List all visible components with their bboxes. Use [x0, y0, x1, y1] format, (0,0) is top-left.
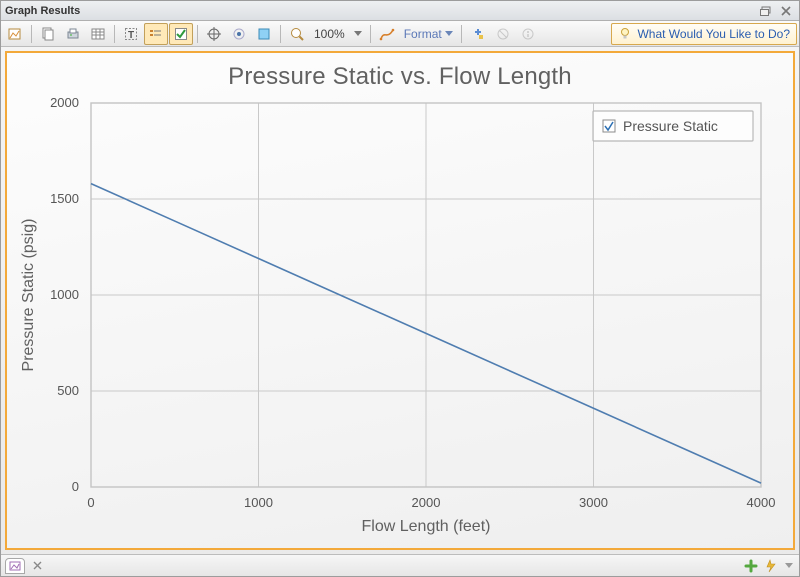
status-bar — [1, 554, 799, 576]
separator — [197, 25, 198, 43]
text-annotation-button[interactable]: T — [119, 23, 143, 45]
restore-icon[interactable] — [757, 4, 775, 18]
svg-text:T: T — [128, 30, 134, 41]
separator — [31, 25, 32, 43]
separator — [461, 25, 462, 43]
svg-text:Pressure Static (psig): Pressure Static (psig) — [20, 219, 37, 372]
marker-button[interactable] — [227, 23, 251, 45]
chevron-down-icon[interactable] — [783, 558, 795, 574]
zoom-region-button[interactable] — [252, 23, 276, 45]
toolbar: T 100% Format — [1, 21, 799, 47]
disabled-action-1 — [491, 23, 515, 45]
chart-title: Pressure Static vs. Flow Length — [7, 63, 793, 91]
separator — [114, 25, 115, 43]
zoom-percent: 100% — [310, 27, 349, 41]
run-button[interactable] — [763, 558, 779, 574]
graph-results-window: Graph Results T — [0, 0, 800, 577]
svg-text:2000: 2000 — [50, 95, 79, 110]
format-label: Format — [404, 27, 442, 41]
checkbox-toggle-button[interactable] — [169, 23, 193, 45]
add-button[interactable] — [743, 558, 759, 574]
svg-text:1000: 1000 — [50, 287, 79, 302]
separator — [280, 25, 281, 43]
svg-text:500: 500 — [57, 383, 79, 398]
svg-text:Pressure Static: Pressure Static — [623, 118, 718, 134]
legend-toggle-button[interactable] — [144, 23, 168, 45]
window-title: Graph Results — [5, 5, 755, 17]
tab-close-icon[interactable] — [29, 558, 45, 574]
chart-frame: Pressure Static vs. Flow Length 0 1000 200… — [5, 51, 795, 550]
tab-chart[interactable] — [5, 558, 25, 574]
svg-text:1000: 1000 — [244, 495, 273, 510]
svg-text:0: 0 — [87, 495, 94, 510]
zoom-button[interactable] — [285, 23, 309, 45]
svg-text:4000: 4000 — [747, 495, 776, 510]
chart-plot[interactable]: 0 1000 2000 3000 4000 0 500 1000 1500 2000 Flow Le… — [7, 91, 789, 545]
chart-style-button[interactable] — [375, 23, 399, 45]
svg-text:0: 0 — [72, 479, 79, 494]
lightbulb-icon — [618, 27, 632, 41]
plugin-button[interactable] — [466, 23, 490, 45]
svg-text:1500: 1500 — [50, 191, 79, 206]
close-icon[interactable] — [777, 4, 795, 18]
help-label: What Would You Like to Do? — [637, 27, 790, 41]
svg-text:3000: 3000 — [579, 495, 608, 510]
data-table-button[interactable] — [86, 23, 110, 45]
format-dropdown[interactable]: Format — [400, 23, 457, 45]
svg-text:Flow Length (feet): Flow Length (feet) — [362, 518, 491, 535]
print-button[interactable] — [61, 23, 85, 45]
disabled-action-2 — [516, 23, 540, 45]
help-button[interactable]: What Would You Like to Do? — [611, 23, 797, 45]
copy-button[interactable] — [36, 23, 60, 45]
chart-container: Pressure Static vs. Flow Length 0 1000 200… — [1, 47, 799, 554]
title-bar: Graph Results — [1, 1, 799, 21]
separator — [370, 25, 371, 43]
svg-text:2000: 2000 — [412, 495, 441, 510]
zoom-dropdown[interactable] — [350, 23, 366, 45]
new-chart-button[interactable] — [3, 23, 27, 45]
crosshair-button[interactable] — [202, 23, 226, 45]
